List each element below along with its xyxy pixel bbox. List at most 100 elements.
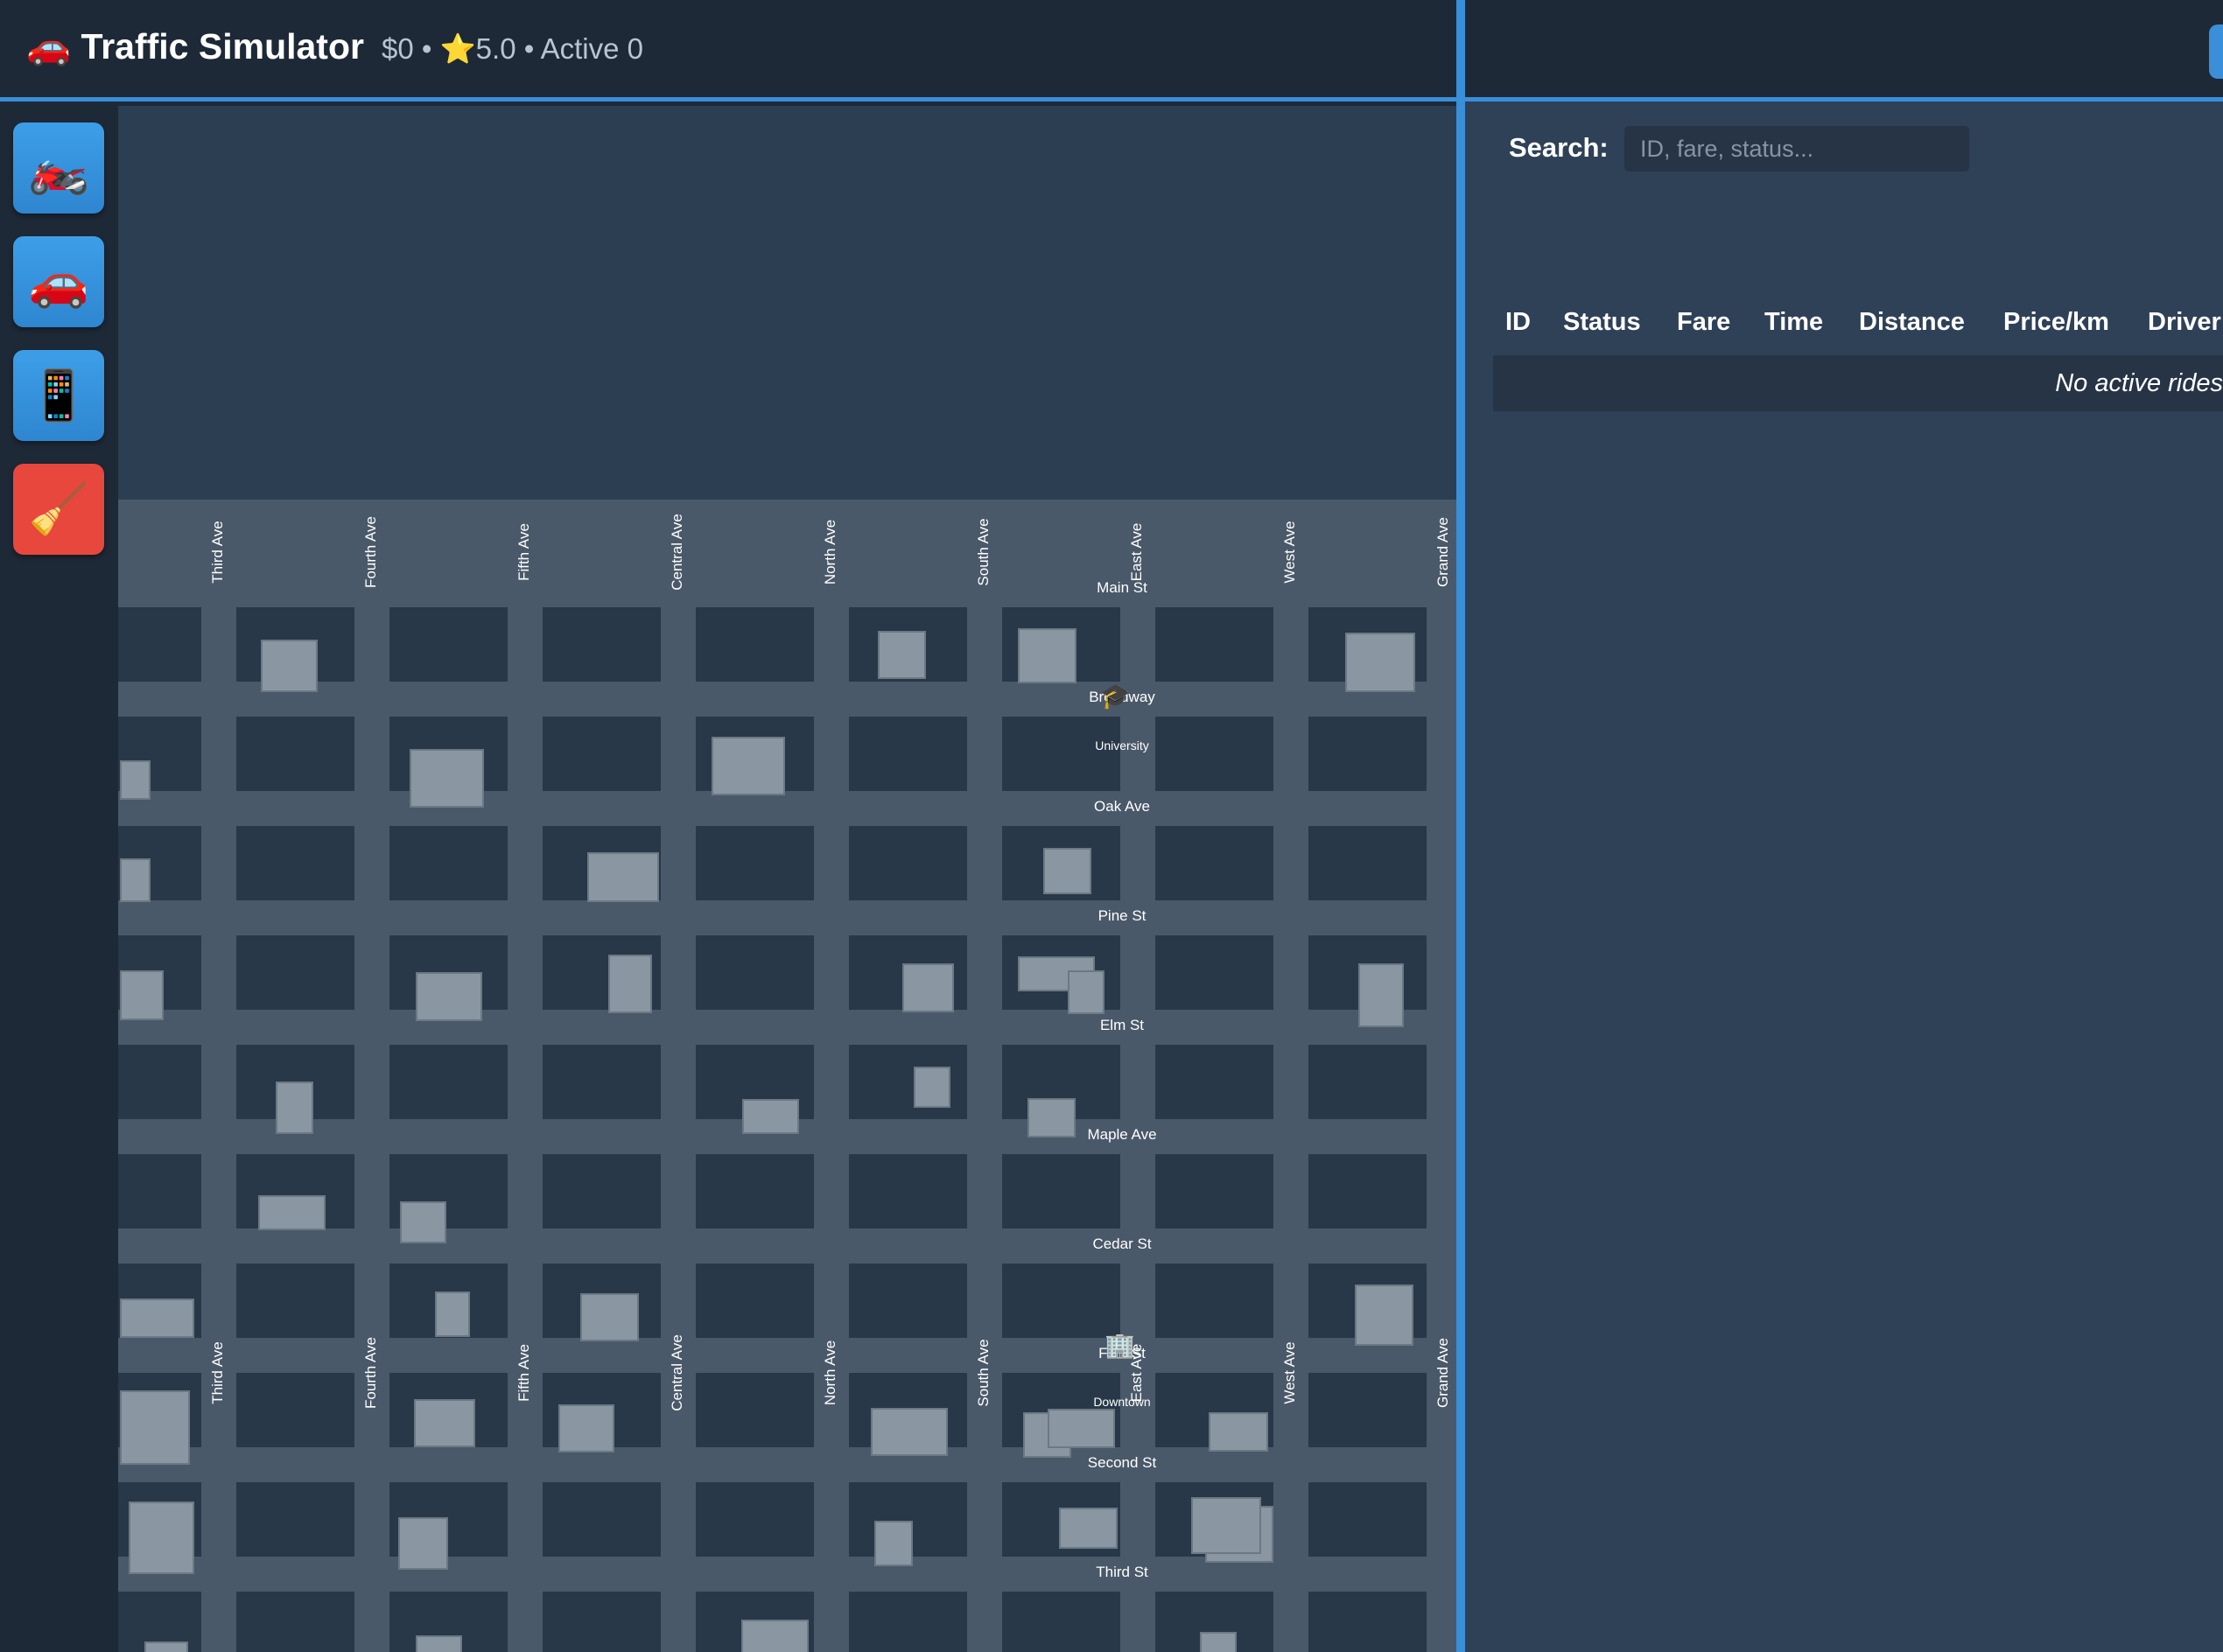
building bbox=[878, 631, 926, 679]
column-header-distance[interactable]: Distance bbox=[1859, 308, 1965, 337]
request-ride-button[interactable]: 📱 bbox=[13, 350, 104, 441]
city-block bbox=[1155, 826, 1273, 900]
city-block bbox=[696, 826, 814, 900]
spawn-car-button[interactable]: 🚗 bbox=[13, 236, 104, 327]
city-block bbox=[1308, 1045, 1427, 1119]
column-header-id[interactable]: ID bbox=[1505, 308, 1531, 337]
office-building-icon: 🏢 bbox=[1104, 1332, 1135, 1359]
street-label: Second St bbox=[1087, 1454, 1157, 1471]
city-block bbox=[389, 1045, 508, 1119]
column-header-fare[interactable]: Fare bbox=[1677, 308, 1730, 337]
stats-summary: $0 • ⭐5.0 • Active 0 bbox=[382, 32, 644, 65]
street-label: Cedar St bbox=[1092, 1236, 1152, 1252]
avenue-label: Third Ave bbox=[209, 1341, 226, 1404]
building bbox=[416, 1635, 462, 1652]
avenue-label: North Ave bbox=[822, 1340, 838, 1406]
building bbox=[129, 1502, 194, 1574]
building bbox=[1043, 848, 1091, 894]
building bbox=[435, 1292, 470, 1337]
avenue-label: Fourth Ave bbox=[362, 516, 379, 588]
city-block bbox=[1155, 1045, 1273, 1119]
search-label: Search: bbox=[1509, 132, 1609, 163]
car-icon: 🚗 bbox=[28, 254, 89, 309]
clear-button[interactable]: 🧹 bbox=[13, 464, 104, 555]
avenue-label: Central Ave bbox=[669, 1334, 685, 1411]
city-block bbox=[389, 826, 508, 900]
avenue-label: West Ave bbox=[1281, 1341, 1298, 1404]
city-block bbox=[543, 1482, 661, 1557]
building bbox=[558, 1404, 614, 1452]
city-block bbox=[236, 1592, 354, 1652]
avenue-label: East Ave bbox=[1128, 522, 1145, 582]
building bbox=[608, 955, 652, 1013]
building bbox=[416, 972, 482, 1021]
panel-action-button[interactable] bbox=[2209, 24, 2223, 79]
building bbox=[1059, 1508, 1118, 1549]
building bbox=[712, 737, 785, 795]
column-header-price-per-km[interactable]: Price/km bbox=[2003, 308, 2109, 337]
building bbox=[1345, 633, 1415, 692]
graduation-cap-icon: 🎓 bbox=[1100, 682, 1131, 710]
city-block bbox=[236, 1373, 354, 1447]
building bbox=[400, 1201, 446, 1243]
city-block bbox=[236, 935, 354, 1010]
city-block bbox=[543, 607, 661, 682]
column-header-driver[interactable]: Driver bbox=[2148, 308, 2221, 337]
city-block bbox=[236, 1264, 354, 1338]
city-block bbox=[1002, 1154, 1120, 1228]
phone-icon: 📱 bbox=[28, 368, 89, 423]
street-label: Pine St bbox=[1097, 907, 1147, 924]
city-block bbox=[849, 1154, 967, 1228]
city-block bbox=[1308, 826, 1427, 900]
tool-sidebar: 🏍️ 🚗 📱 🧹 bbox=[0, 102, 118, 1652]
city-block bbox=[696, 607, 814, 682]
avenue-label: Fourth Ave bbox=[362, 1337, 379, 1409]
street-label: Elm St bbox=[1099, 1017, 1145, 1033]
building bbox=[120, 858, 151, 902]
city-block bbox=[849, 717, 967, 791]
building bbox=[1018, 628, 1076, 683]
building bbox=[1048, 1409, 1115, 1448]
city-map[interactable]: Main St Broadway Oak Ave Pine St Elm St Maple… bbox=[118, 106, 1456, 1652]
building bbox=[144, 1642, 188, 1652]
building bbox=[414, 1399, 475, 1447]
city-block bbox=[543, 1592, 661, 1652]
city-block bbox=[236, 717, 354, 791]
building bbox=[1027, 1098, 1076, 1138]
app-title: 🚗 Traffic Simulator bbox=[26, 26, 364, 66]
building bbox=[410, 749, 484, 808]
building bbox=[120, 1298, 194, 1338]
rides-panel-header bbox=[1465, 0, 2223, 102]
city-block bbox=[118, 1154, 201, 1228]
column-header-status[interactable]: Status bbox=[1563, 308, 1641, 337]
city-block bbox=[849, 1592, 967, 1652]
street-label: Third St bbox=[1096, 1564, 1148, 1580]
building bbox=[741, 1620, 809, 1652]
city-block bbox=[1155, 1264, 1273, 1338]
building bbox=[261, 640, 318, 692]
building bbox=[398, 1517, 448, 1570]
building bbox=[1191, 1497, 1261, 1554]
rides-panel: Search: ID Status Fare Time Distance Pri… bbox=[1465, 0, 2223, 1652]
column-header-time[interactable]: Time bbox=[1764, 308, 1823, 337]
app-header: 🚗 Traffic Simulator $0 • ⭐5.0 • Active 0 bbox=[0, 0, 1457, 102]
city-block bbox=[236, 826, 354, 900]
city-block bbox=[543, 1154, 661, 1228]
city-block bbox=[389, 607, 508, 682]
city-block bbox=[1155, 935, 1273, 1010]
city-block bbox=[1155, 717, 1273, 791]
building bbox=[1068, 970, 1104, 1014]
avenue-label: South Ave bbox=[975, 1339, 992, 1407]
city-block bbox=[1155, 1154, 1273, 1228]
panel-divider[interactable] bbox=[1456, 0, 1465, 1652]
building bbox=[902, 963, 954, 1012]
avenue-label: North Ave bbox=[822, 519, 838, 585]
building bbox=[276, 1082, 313, 1134]
spawn-motorcycle-button[interactable]: 🏍️ bbox=[13, 122, 104, 214]
city-block bbox=[696, 1373, 814, 1447]
search-input[interactable] bbox=[1624, 126, 1969, 172]
city-block bbox=[1308, 1373, 1427, 1447]
building bbox=[914, 1067, 950, 1108]
city-block bbox=[1308, 1592, 1427, 1652]
broom-icon: 🧹 bbox=[28, 481, 89, 536]
